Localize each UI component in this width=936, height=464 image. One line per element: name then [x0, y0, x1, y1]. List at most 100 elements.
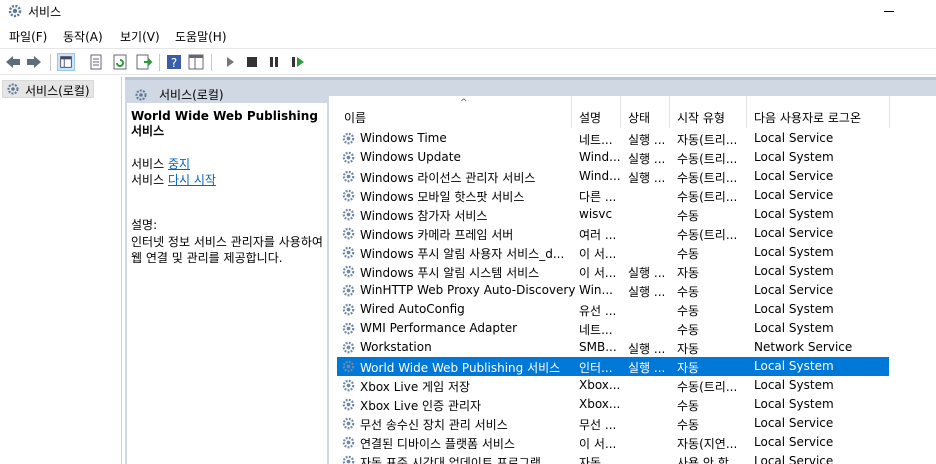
service-row[interactable]: Windows 카메라 프레임 서버 여러 ... 수동(트리... Local Se…	[337, 224, 889, 243]
service-startup-type: 수동	[677, 285, 700, 299]
service-description-cell: 네트...	[579, 133, 613, 147]
service-row[interactable]: 자동 표준 시간대 업데이트 프로그램 자동 ... 사용 안 함 Local Ser…	[337, 452, 889, 464]
service-row[interactable]: Workstation SMB... 실행 ... 자동 Network Service	[337, 338, 889, 357]
pause-icon[interactable]	[265, 53, 283, 71]
service-description-cell: 네트...	[579, 323, 613, 337]
service-row[interactable]: 연결된 디바이스 플랫폼 서비스 이 서... 자동(지연... Local Serv…	[337, 433, 889, 452]
menu-file[interactable]: 파일(F)	[9, 28, 47, 45]
service-name: Windows 라이선스 관리자 서비스	[360, 171, 536, 185]
services-icon	[135, 89, 147, 101]
service-gear-icon	[341, 245, 356, 263]
service-row[interactable]: Windows 푸시 알림 시스템 서비스 이 서... 실행 ... 자동 Local…	[337, 262, 889, 281]
export-list-icon[interactable]	[135, 53, 153, 71]
console-tree-icon[interactable]	[57, 53, 75, 71]
tree-node-services-local[interactable]: 서비스(로컬)	[2, 80, 94, 98]
service-logon-as: Local System	[754, 245, 834, 259]
restart-service-link[interactable]: 다시 시작	[168, 173, 216, 187]
column-logon-as[interactable]: 다음 사용자로 로그온	[747, 96, 890, 128]
service-logon-as: Local System	[754, 397, 834, 411]
forward-arrow-icon[interactable]	[25, 53, 43, 71]
service-logon-as: Local Service	[754, 188, 834, 202]
service-gear-icon	[341, 207, 356, 225]
service-startup-type: 사용 안 함	[677, 456, 729, 464]
services-icon	[7, 83, 19, 95]
window-title: 서비스	[28, 5, 62, 19]
service-gear-icon	[341, 359, 356, 377]
service-description-cell: 이 서...	[579, 247, 617, 261]
column-description-label: 설명	[579, 111, 602, 125]
service-row[interactable]: Xbox Live 게임 저장 Xbox... 수동(트리... Local Syst…	[337, 376, 889, 395]
action-prefix: 서비스	[131, 157, 165, 171]
service-gear-icon	[341, 454, 356, 464]
action-prefix: 서비스	[131, 173, 165, 187]
service-row[interactable]: Wired AutoConfig 유선 ... 수동 Local System	[337, 300, 889, 319]
menu-view[interactable]: 보기(V)	[120, 28, 160, 45]
service-startup-type: 자동	[677, 342, 700, 356]
selected-service-name: World Wide Web Publishing 서비스	[131, 109, 318, 138]
service-name: Windows 모바일 핫스팟 서비스	[360, 190, 525, 204]
service-startup-type: 수동	[677, 247, 700, 261]
service-gear-icon	[341, 150, 356, 168]
service-logon-as: Network Service	[754, 340, 853, 354]
refresh-icon[interactable]	[111, 53, 129, 71]
service-name: Windows 카메라 프레임 서버	[360, 228, 514, 242]
pane-title: 서비스(로컬)	[159, 88, 224, 102]
service-startup-type: 수동(트리...	[677, 171, 738, 185]
back-arrow-icon[interactable]	[4, 53, 22, 71]
gear-icon	[8, 4, 22, 18]
stop-service-link[interactable]: 중지	[168, 157, 190, 171]
service-startup-type: 수동(트리...	[677, 152, 738, 166]
service-row[interactable]: Windows Update Wind... 실행 ... 수동(트리... Local…	[337, 148, 889, 167]
menu-bar: 파일(F) 동작(A) 보기(V) 도움말(H)	[0, 25, 936, 47]
restart-action-line: 서비스 다시 시작	[131, 173, 216, 188]
stop-icon[interactable]	[243, 53, 261, 71]
service-row[interactable]: Windows 모바일 핫스팟 서비스 다른 ... 수동(트리... Local S…	[337, 186, 889, 205]
toolbar: ?	[0, 48, 936, 75]
start-icon[interactable]	[221, 53, 239, 71]
restart-icon[interactable]	[289, 53, 307, 71]
service-name: WinHTTP Web Proxy Auto-Discovery ...	[360, 283, 575, 297]
title-bar: 서비스	[0, 0, 936, 24]
service-row[interactable]: Windows 라이선스 관리자 서비스 Wind... 실행 ... 수동(트리..…	[337, 167, 889, 186]
service-row[interactable]: Windows Time 네트... 실행 ... 자동(트리... Local Ser…	[337, 129, 889, 148]
service-row[interactable]: Xbox Live 인증 관리자 Xbox... 수동 Local System	[337, 395, 889, 414]
view-icon[interactable]	[187, 53, 205, 71]
service-gear-icon	[341, 321, 356, 339]
service-status: 실행 ...	[628, 133, 666, 147]
service-gear-icon	[341, 264, 356, 282]
service-row[interactable]: 무선 송수신 장치 관리 서비스 무선 ... 수동 Local Service	[337, 414, 889, 433]
service-row[interactable]: WMI Performance Adapter 네트... 수동 Local Syst…	[337, 319, 889, 338]
services-list: 이름 ^ 설명 상태 시작 유형 다음 사용자로 로그온 Windows Tim…	[329, 96, 936, 464]
column-name[interactable]: 이름 ^	[337, 96, 572, 128]
service-startup-type: 수동	[677, 323, 700, 337]
console-tree: 서비스(로컬)	[0, 77, 122, 464]
service-startup-type: 수동(트리...	[677, 228, 738, 242]
service-row[interactable]: WinHTTP Web Proxy Auto-Discovery ... Win.…	[337, 281, 889, 300]
help-icon[interactable]: ?	[165, 53, 183, 71]
service-row[interactable]: Windows 푸시 알림 사용자 서비스_d... 이 서... 수동 Local …	[337, 243, 889, 262]
menu-action[interactable]: 동작(A)	[63, 28, 103, 45]
column-startup-type[interactable]: 시작 유형	[670, 96, 747, 128]
service-startup-type: 자동	[677, 266, 700, 280]
service-description: 인터넷 정보 서비스 관리자를 사용하여 웹 연결 및 관리를 제공합니다.	[131, 235, 323, 265]
service-description-cell: 인터...	[579, 361, 613, 375]
column-description[interactable]: 설명	[572, 96, 621, 128]
service-row[interactable]: World Wide Web Publishing 서비스 인터... 실행 ...…	[337, 357, 889, 376]
service-status: 실행 ...	[628, 266, 666, 280]
svg-text:?: ?	[171, 56, 177, 70]
service-status: 실행 ...	[628, 342, 666, 356]
column-status-label: 상태	[628, 111, 651, 125]
properties-icon[interactable]	[87, 53, 105, 71]
menu-help[interactable]: 도움말(H)	[175, 28, 227, 45]
column-status[interactable]: 상태	[621, 96, 670, 128]
service-logon-as: Local System	[754, 264, 834, 278]
minimize-button[interactable]	[884, 11, 894, 12]
tree-node-label: 서비스(로컬)	[25, 84, 90, 98]
service-logon-as: Local Service	[754, 435, 834, 449]
sort-ascending-icon: ^	[460, 98, 468, 108]
service-name: 자동 표준 시간대 업데이트 프로그램	[360, 456, 541, 464]
column-name-label: 이름	[344, 111, 367, 125]
service-description-cell: SMB...	[579, 340, 617, 354]
service-row[interactable]: Windows 참가자 서비스 wisvc 수동 Local System	[337, 205, 889, 224]
service-logon-as: Local System	[754, 150, 834, 164]
